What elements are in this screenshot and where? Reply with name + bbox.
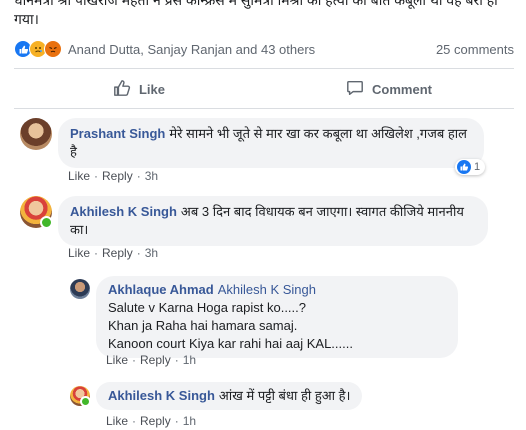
reply-reply-link[interactable]: Reply	[140, 414, 171, 428]
online-status-indicator	[80, 396, 91, 407]
avatar[interactable]	[70, 279, 90, 299]
avatar[interactable]	[20, 118, 52, 150]
comment-author[interactable]: Akhilesh K Singh	[70, 204, 177, 219]
reply-reply-link[interactable]: Reply	[140, 353, 171, 367]
reaction-count: 1	[474, 161, 481, 173]
separator: ·	[136, 169, 141, 183]
avatar[interactable]	[20, 196, 53, 229]
comment-bubble: Akhilesh K Singh अब 3 दिन बाद विधायक बन ज…	[58, 196, 488, 246]
like-button[interactable]: Like	[14, 72, 264, 106]
comment-meta: Like · Reply · 3h	[68, 246, 158, 260]
reply-author[interactable]: Akhilesh K Singh	[108, 388, 215, 403]
like-icon	[457, 160, 471, 174]
reply-timestamp[interactable]: 1h	[183, 414, 196, 428]
comment-bubble: Prashant Singh मेरे सामने भी जूते से मार …	[58, 118, 484, 168]
reply-timestamp[interactable]: 1h	[183, 353, 196, 367]
comment-author[interactable]: Prashant Singh	[70, 126, 165, 141]
reply-text: आंख में पट्टी बंधा ही हुआ है।	[218, 388, 351, 403]
comment-reaction-badge[interactable]: 1	[455, 159, 486, 175]
comment-icon	[346, 79, 364, 100]
reply-meta: Like · Reply · 1h	[106, 353, 196, 367]
divider	[14, 68, 514, 69]
comments-count[interactable]: 25 comments	[436, 42, 514, 57]
comment-button-label: Comment	[372, 81, 432, 97]
angry-icon	[44, 40, 62, 58]
comment-button[interactable]: Comment	[264, 72, 514, 106]
reply-meta: Like · Reply · 1h	[106, 414, 196, 428]
separator: ·	[132, 353, 137, 367]
comment-timestamp[interactable]: 3h	[145, 246, 158, 260]
reply-text-line: Kanoon court Kiya kar rahi hai aaj KAL..…	[108, 336, 353, 351]
reply-mention[interactable]: Akhilesh K Singh	[218, 282, 316, 297]
comment-like-link[interactable]: Like	[68, 169, 90, 183]
comment-timestamp[interactable]: 3h	[145, 169, 158, 183]
reply-text-line: Khan ja Raha hai hamara samaj.	[108, 318, 298, 333]
reactions-summary[interactable]: Anand Dutta, Sanjay Ranjan and 43 others…	[14, 38, 514, 60]
reply-author[interactable]: Akhlaque Ahmad	[108, 282, 214, 297]
separator: ·	[94, 169, 99, 183]
comment-reply-link[interactable]: Reply	[102, 246, 133, 260]
post-text: धानमंत्री श्री पोखराज महतो ने प्रेस कॉन्…	[14, 0, 498, 27]
reply-bubble: Akhilesh K Singh आंख में पट्टी बंधा ही हु…	[96, 382, 363, 410]
separator: ·	[174, 414, 179, 428]
reply-text-line: Salute v Karna Hoga rapist ko.....?	[108, 300, 306, 315]
separator: ·	[174, 353, 179, 367]
reaction-icons[interactable]	[14, 40, 62, 58]
online-status-indicator	[40, 216, 53, 229]
separator: ·	[132, 414, 137, 428]
divider	[14, 108, 514, 109]
comment-reply-link[interactable]: Reply	[102, 169, 133, 183]
like-button-label: Like	[138, 81, 165, 97]
post-actions: Like Comment	[14, 72, 514, 106]
reply-like-link[interactable]: Like	[106, 414, 128, 428]
thumbs-up-icon	[113, 79, 131, 100]
separator: ·	[136, 246, 141, 260]
comment-like-link[interactable]: Like	[68, 246, 90, 260]
avatar[interactable]	[70, 386, 91, 407]
separator: ·	[94, 246, 99, 260]
reply-bubble: Akhlaque Ahmad Akhilesh K Singh Salute v …	[96, 276, 458, 358]
reactors-names[interactable]: Anand Dutta, Sanjay Ranjan and 43 others	[68, 42, 436, 57]
comment-meta: Like · Reply · 3h	[68, 169, 158, 183]
reply-like-link[interactable]: Like	[106, 353, 128, 367]
